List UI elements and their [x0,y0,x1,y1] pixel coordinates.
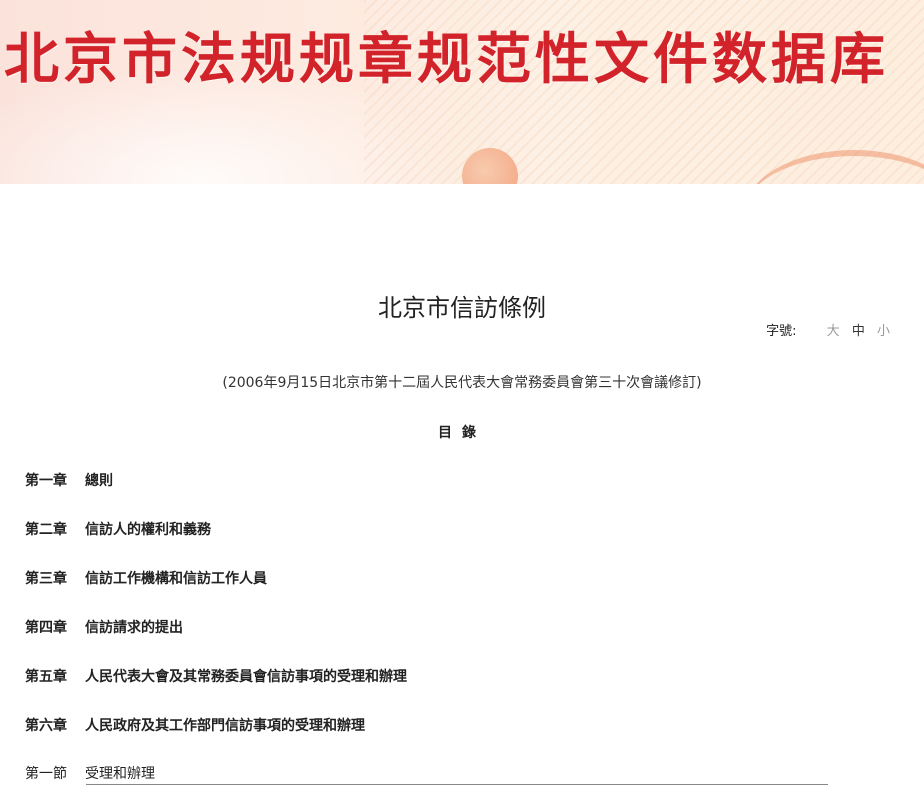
toc-item[interactable]: 第三章 信訪工作機構和信訪工作人員 [25,568,267,588]
font-size-label: 字號: [766,324,797,339]
toc-item-title: 人民代表大會及其常務委員會信訪事項的受理和辦理 [85,669,407,685]
toc-item-number: 第三章 [25,571,67,587]
toc-item-title: 受理和辦理 [85,766,155,782]
toc-item[interactable]: 第四章 信訪請求的提出 [25,617,183,637]
toc-heading: 目錄 [438,425,486,441]
toc-item[interactable]: 第五章 人民代表大會及其常務委員會信訪事項的受理和辦理 [25,666,407,686]
toc-item[interactable]: 第六章 人民政府及其工作部門信訪事項的受理和辦理 [25,715,365,735]
document-subtitle: (2006年9月15日北京市第十二屆人民代表大會常務委員會第三十次會議修訂) [222,375,702,391]
toc-item-number: 第二章 [25,522,67,538]
toc-item[interactable]: 第一節 受理和辦理 [25,763,155,783]
toc-item-number: 第一章 [25,473,67,489]
document-title: 北京市信訪條例 [378,294,546,322]
font-size-switcher: 字號: 大 中 小 [766,320,890,339]
toc-item-title: 信訪工作機構和信訪工作人員 [85,571,267,587]
toc-item[interactable]: 第二章 信訪人的權利和義務 [25,519,211,539]
banner-title: 北京市法规规章规范性文件数据库 [4,26,890,91]
toc-item-title: 信訪請求的提出 [85,620,183,636]
toc-item[interactable]: 第一章 總則 [25,470,113,490]
toc-item-number: 第五章 [25,669,67,685]
toc-item-title: 人民政府及其工作部門信訪事項的受理和辦理 [85,718,365,734]
font-size-small-button[interactable]: 小 [877,324,890,339]
toc-item-number: 第四章 [25,620,67,636]
page-banner: 北京市法规规章规范性文件数据库 [0,0,924,184]
font-size-medium-button[interactable]: 中 [852,324,865,339]
font-size-large-button[interactable]: 大 [827,324,840,339]
toc-item-title: 總則 [85,473,113,489]
toc-item-title: 信訪人的權利和義務 [85,522,211,538]
toc-item-number: 第六章 [25,718,67,734]
section-divider [86,784,828,785]
toc-item-number: 第一節 [25,766,67,782]
